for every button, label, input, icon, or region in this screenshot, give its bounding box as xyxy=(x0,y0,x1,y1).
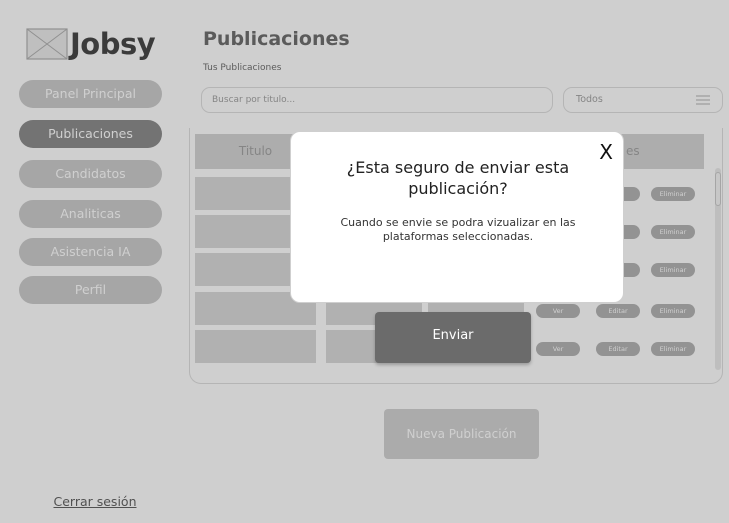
confirm-dialog: X ¿Esta seguro de enviar esta publicació… xyxy=(290,131,624,303)
dialog-message: Cuando se envie se podra vizualizar en l… xyxy=(340,216,576,243)
close-icon[interactable]: X xyxy=(599,142,613,162)
dialog-title: ¿Esta seguro de enviar esta publicación? xyxy=(346,158,570,198)
send-button[interactable]: Enviar xyxy=(375,312,531,363)
